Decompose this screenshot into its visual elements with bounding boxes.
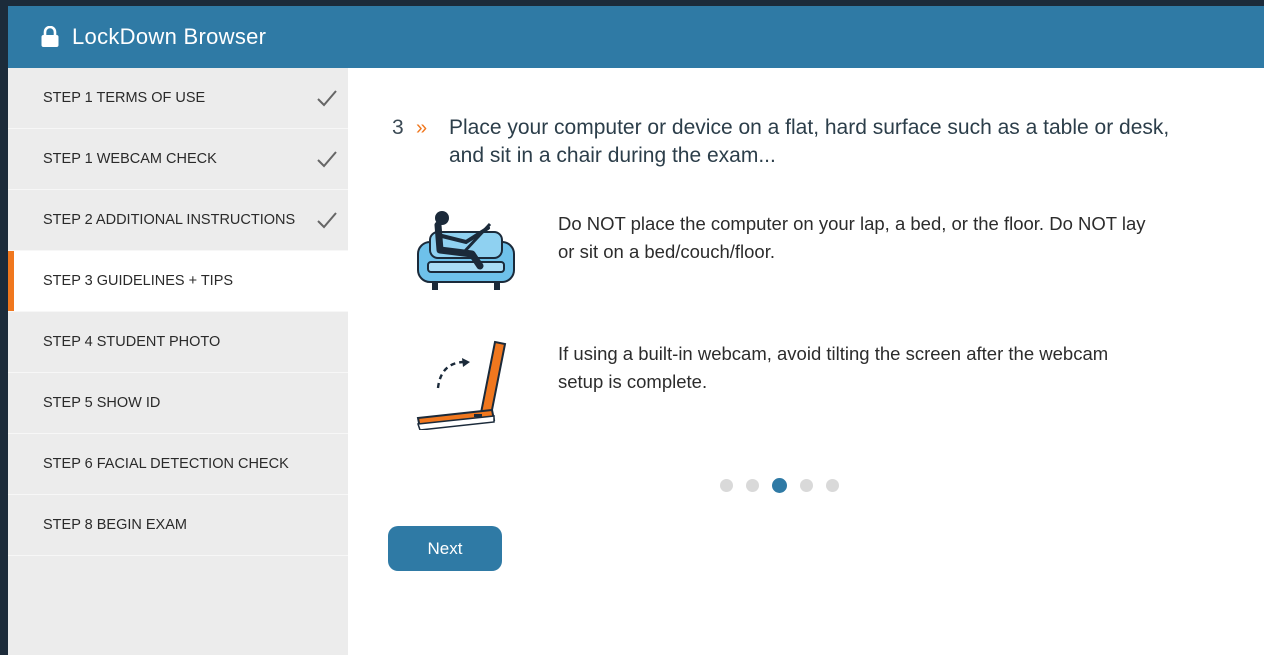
sidebar-item-label: STEP 1 TERMS OF USE [43,90,206,106]
sidebar-item-guidelines-tips[interactable]: STEP 3 GUIDELINES + TIPS [8,251,348,312]
laptop-tilt-icon [416,340,507,430]
page-dot[interactable] [720,479,733,492]
title-bar: LockDown Browser [8,6,1264,68]
sidebar-item-additional-instructions[interactable]: STEP 2 ADDITIONAL INSTRUCTIONS [8,190,348,251]
page-dot-current[interactable] [772,478,787,493]
tip-text: If using a built-in webcam, avoid tiltin… [558,343,1109,392]
page-dot[interactable] [800,479,813,492]
sidebar-item-facial-detection-check[interactable]: STEP 6 FACIAL DETECTION CHECK [8,434,348,495]
sidebar-item-label: STEP 8 BEGIN EXAM [43,517,187,533]
instruction-text: Place your computer or device on a flat,… [449,116,1170,167]
next-button[interactable]: Next [388,526,502,571]
lock-icon [40,26,60,48]
sidebar-item-student-photo[interactable]: STEP 4 STUDENT PHOTO [8,312,348,373]
steps-sidebar: STEP 1 TERMS OF USE STEP 1 WEBCAM CHECK … [8,68,348,655]
person-on-couch-icon [417,211,515,290]
sidebar-item-begin-exam[interactable]: STEP 8 BEGIN EXAM [8,495,348,556]
tip-item: If using a built-in webcam, avoid tiltin… [410,340,1170,430]
app-window: LockDown Browser STEP 1 TERMS OF USE STE… [0,0,1264,655]
sidebar-item-label: STEP 2 ADDITIONAL INSTRUCTIONS [43,212,296,228]
sidebar-item-show-id[interactable]: STEP 5 SHOW ID [8,373,348,434]
main-content: 3 » Place your computer or device on a f… [348,68,1264,655]
tip-item: Do NOT place the computer on your lap, a… [410,210,1170,300]
chevron-right-icon: » [416,117,428,139]
sidebar-item-label: STEP 3 GUIDELINES + TIPS [43,273,234,289]
sidebar-item-label: STEP 1 WEBCAM CHECK [43,151,217,167]
sidebar-item-label: STEP 4 STUDENT PHOTO [43,334,221,350]
app-title: LockDown Browser [72,24,267,49]
step-number: 3 [392,116,404,139]
sidebar-item-label: STEP 5 SHOW ID [43,395,161,411]
checkmark-icon [317,212,337,229]
page-dot[interactable] [746,479,759,492]
page-dot[interactable] [826,479,839,492]
sidebar-item-webcam-check[interactable]: STEP 1 WEBCAM CHECK [8,129,348,190]
sidebar-item-terms-of-use[interactable]: STEP 1 TERMS OF USE [8,68,348,129]
checkmark-icon [317,151,337,168]
tip-text: Do NOT place the computer on your lap, a… [558,213,1146,262]
checkmark-icon [317,90,337,107]
sidebar-item-label: STEP 6 FACIAL DETECTION CHECK [43,456,289,472]
instruction-heading: 3 » Place your computer or device on a f… [392,114,1192,170]
pagination-dots [720,478,839,493]
